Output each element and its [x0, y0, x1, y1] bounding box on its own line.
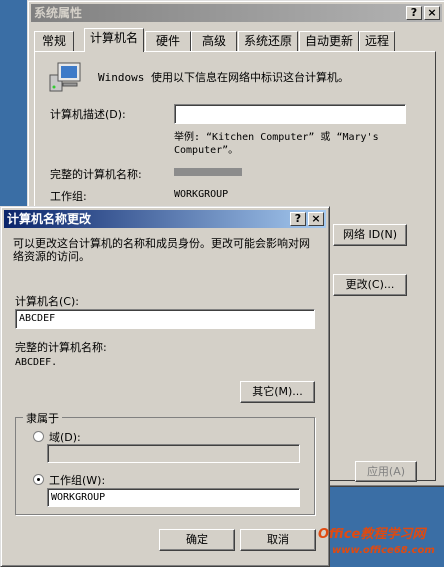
tab-general[interactable]: 常规	[34, 31, 74, 51]
cancel-button[interactable]: 取消	[240, 529, 316, 551]
member-of-label: 隶属于	[23, 410, 62, 426]
tab-remote[interactable]: 远程	[359, 31, 395, 51]
tab-computer-name[interactable]: 计算机名	[84, 28, 144, 52]
computer-name-input[interactable]: ABCDEF	[15, 309, 315, 329]
help-button[interactable]: ?	[406, 6, 422, 20]
computer-name-label: 计算机名(C):	[15, 295, 79, 308]
computer-description-label: 计算机描述(D):	[50, 108, 126, 121]
intro-text: Windows 使用以下信息在网络中标识这台计算机。	[98, 71, 349, 84]
other-button[interactable]: 其它(M)...	[240, 381, 315, 403]
tab-automatic-updates[interactable]: 自动更新	[299, 31, 359, 51]
redacted-computer-name	[174, 168, 242, 176]
domain-label: 域(D):	[49, 431, 81, 444]
computer-description-input[interactable]	[174, 104, 406, 124]
tab-system-restore[interactable]: 系统还原	[238, 31, 298, 51]
tab-hardware[interactable]: 硬件	[145, 31, 191, 51]
watermark-title: Office教程学习网	[318, 527, 426, 542]
close-button[interactable]: ×	[424, 6, 440, 20]
workgroup-value: WORKGROUP	[174, 189, 229, 200]
window-title: 系统属性	[34, 6, 83, 20]
dialog-help-button[interactable]: ?	[290, 212, 306, 226]
dialog-full-name-value: ABCDEF.	[15, 357, 58, 368]
system-properties-titlebar: 系统属性 ? ×	[31, 4, 442, 22]
workgroup-label: 工作组:	[50, 190, 87, 203]
domain-radio[interactable]	[33, 431, 44, 442]
apply-button[interactable]: 应用(A)	[355, 461, 417, 482]
dialog-title: 计算机名称更改	[7, 212, 92, 226]
network-id-button[interactable]: 网络 ID(N)	[333, 224, 407, 246]
workgroup-radio[interactable]	[33, 474, 44, 485]
computer-name-changes-dialog: 计算机名称更改 ? × 可以更改这台计算机的名称和成员身份。更改可能会影响对网络…	[0, 206, 330, 567]
dialog-titlebar: 计算机名称更改 ? ×	[4, 210, 326, 228]
dialog-intro-text: 可以更改这台计算机的名称和成员身份。更改可能会影响对网络资源的访问。	[13, 237, 310, 263]
change-button[interactable]: 更改(C)...	[333, 274, 407, 296]
computer-icon	[48, 61, 84, 93]
full-computer-name-label: 完整的计算机名称:	[50, 168, 142, 181]
workgroup-input[interactable]: WORKGROUP	[47, 488, 300, 507]
example-text: 举例: “Kitchen Computer” 或 “Mary's Compute…	[174, 132, 379, 156]
tab-advanced[interactable]: 高级	[191, 31, 237, 51]
watermark-url: www.office68.com	[332, 545, 435, 556]
dialog-full-name-label: 完整的计算机名称:	[15, 341, 107, 354]
dialog-close-button[interactable]: ×	[308, 212, 324, 226]
ok-button[interactable]: 确定	[159, 529, 235, 551]
dialog-workgroup-label: 工作组(W):	[49, 474, 106, 487]
domain-input[interactable]	[47, 444, 300, 463]
